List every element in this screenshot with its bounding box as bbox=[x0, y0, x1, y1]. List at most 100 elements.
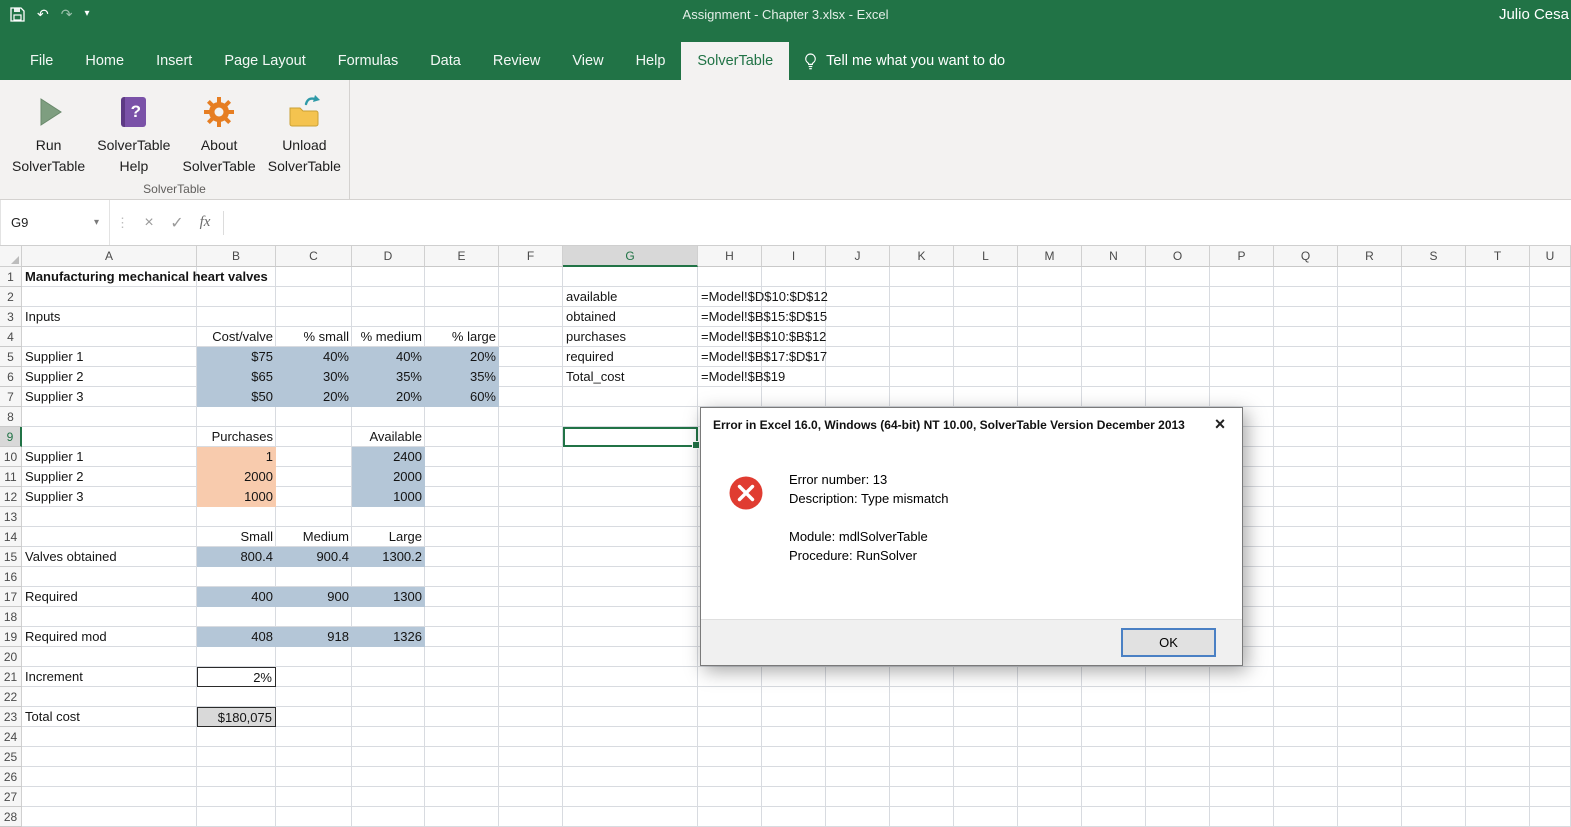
row-header-17[interactable]: 17 bbox=[0, 587, 22, 607]
row-header-15[interactable]: 15 bbox=[0, 547, 22, 567]
tab-solvertable[interactable]: SolverTable bbox=[681, 42, 789, 80]
cell-D10[interactable]: 2400 bbox=[352, 447, 425, 467]
cell-B15[interactable]: 800.4 bbox=[197, 547, 276, 567]
cell-D6[interactable]: 35% bbox=[352, 367, 425, 387]
cell-B6[interactable]: $65 bbox=[197, 367, 276, 387]
cell-D7[interactable]: 20% bbox=[352, 387, 425, 407]
run-solvertable-button[interactable]: RunSolverTable bbox=[6, 87, 91, 177]
cell-B5[interactable]: $75 bbox=[197, 347, 276, 367]
cell-C14[interactable]: Medium bbox=[276, 527, 352, 547]
cell-H4[interactable]: =Model!$B$10:$B$12 bbox=[698, 327, 829, 347]
redo-icon[interactable]: ↷ bbox=[61, 7, 73, 21]
row-header-4[interactable]: 4 bbox=[0, 327, 22, 347]
row-header-16[interactable]: 16 bbox=[0, 567, 22, 587]
row-header-19[interactable]: 19 bbox=[0, 627, 22, 647]
cell-H5[interactable]: =Model!$B$17:$D$17 bbox=[698, 347, 830, 367]
row-header-21[interactable]: 21 bbox=[0, 667, 22, 687]
cell-A15[interactable]: Valves obtained bbox=[22, 547, 120, 567]
cell-A23[interactable]: Total cost bbox=[22, 707, 83, 727]
cell-G3[interactable]: obtained bbox=[563, 307, 619, 327]
column-header-Q[interactable]: Q bbox=[1274, 246, 1338, 267]
solvertable-help-button[interactable]: ? SolverTableHelp bbox=[91, 87, 176, 177]
undo-icon[interactable]: ↶ bbox=[37, 7, 49, 21]
cell-A17[interactable]: Required bbox=[22, 587, 81, 607]
row-header-13[interactable]: 13 bbox=[0, 507, 22, 527]
cell-B14[interactable]: Small bbox=[197, 527, 276, 547]
tab-review[interactable]: Review bbox=[477, 42, 557, 80]
cell-A11[interactable]: Supplier 2 bbox=[22, 467, 87, 487]
tab-view[interactable]: View bbox=[556, 42, 619, 80]
cell-G5[interactable]: required bbox=[563, 347, 617, 367]
cell-E4[interactable]: % large bbox=[425, 327, 499, 347]
cell-A12[interactable]: Supplier 3 bbox=[22, 487, 87, 507]
cell-B7[interactable]: $50 bbox=[197, 387, 276, 407]
cell-C19[interactable]: 918 bbox=[276, 627, 352, 647]
row-header-5[interactable]: 5 bbox=[0, 347, 22, 367]
cell-A10[interactable]: Supplier 1 bbox=[22, 447, 87, 467]
row-header-12[interactable]: 12 bbox=[0, 487, 22, 507]
cell-D19[interactable]: 1326 bbox=[352, 627, 425, 647]
formula-input[interactable] bbox=[228, 200, 1571, 245]
column-header-R[interactable]: R bbox=[1338, 246, 1402, 267]
name-box[interactable]: G9 ▾ bbox=[0, 200, 110, 245]
column-header-T[interactable]: T bbox=[1466, 246, 1530, 267]
column-header-G[interactable]: G bbox=[563, 246, 698, 267]
column-header-U[interactable]: U bbox=[1530, 246, 1571, 267]
select-all-corner[interactable] bbox=[0, 246, 22, 267]
tab-formulas[interactable]: Formulas bbox=[322, 42, 414, 80]
tell-me-box[interactable]: Tell me what you want to do bbox=[803, 42, 1005, 80]
column-header-S[interactable]: S bbox=[1402, 246, 1466, 267]
cell-D11[interactable]: 2000 bbox=[352, 467, 425, 487]
enter-check-icon[interactable]: ✓ bbox=[163, 213, 191, 233]
cell-H2[interactable]: =Model!$D$10:$D$12 bbox=[698, 287, 831, 307]
cell-B11[interactable]: 2000 bbox=[197, 467, 276, 487]
column-header-J[interactable]: J bbox=[826, 246, 890, 267]
cell-G6[interactable]: Total_cost bbox=[563, 367, 628, 387]
row-header-26[interactable]: 26 bbox=[0, 767, 22, 787]
cell-H3[interactable]: =Model!$B$15:$D$15 bbox=[698, 307, 830, 327]
save-icon[interactable] bbox=[10, 7, 25, 22]
chevron-down-icon[interactable]: ▾ bbox=[94, 217, 99, 228]
tab-page-layout[interactable]: Page Layout bbox=[208, 42, 321, 80]
cell-A3[interactable]: Inputs bbox=[22, 307, 63, 327]
column-header-L[interactable]: L bbox=[954, 246, 1018, 267]
cell-B4[interactable]: Cost/valve bbox=[197, 327, 276, 347]
tab-data[interactable]: Data bbox=[414, 42, 477, 80]
column-header-K[interactable]: K bbox=[890, 246, 954, 267]
column-header-A[interactable]: A bbox=[22, 246, 197, 267]
cell-B19[interactable]: 408 bbox=[197, 627, 276, 647]
row-header-14[interactable]: 14 bbox=[0, 527, 22, 547]
cell-C6[interactable]: 30% bbox=[276, 367, 352, 387]
cell-E7[interactable]: 60% bbox=[425, 387, 499, 407]
cell-D17[interactable]: 1300 bbox=[352, 587, 425, 607]
cell-D15[interactable]: 1300.2 bbox=[352, 547, 425, 567]
column-header-O[interactable]: O bbox=[1146, 246, 1210, 267]
cell-E5[interactable]: 20% bbox=[425, 347, 499, 367]
row-header-20[interactable]: 20 bbox=[0, 647, 22, 667]
about-solvertable-button[interactable]: AboutSolverTable bbox=[177, 87, 262, 177]
column-header-H[interactable]: H bbox=[698, 246, 762, 267]
cell-D12[interactable]: 1000 bbox=[352, 487, 425, 507]
cell-C15[interactable]: 900.4 bbox=[276, 547, 352, 567]
row-header-10[interactable]: 10 bbox=[0, 447, 22, 467]
column-header-F[interactable]: F bbox=[499, 246, 563, 267]
cell-B10[interactable]: 1 bbox=[197, 447, 276, 467]
cancel-icon[interactable]: × bbox=[135, 214, 163, 232]
row-header-24[interactable]: 24 bbox=[0, 727, 22, 747]
row-header-1[interactable]: 1 bbox=[0, 267, 22, 287]
row-header-7[interactable]: 7 bbox=[0, 387, 22, 407]
cell-H6[interactable]: =Model!$B$19 bbox=[698, 367, 788, 387]
column-header-I[interactable]: I bbox=[762, 246, 826, 267]
column-header-D[interactable]: D bbox=[352, 246, 425, 267]
column-header-P[interactable]: P bbox=[1210, 246, 1274, 267]
tab-help[interactable]: Help bbox=[620, 42, 682, 80]
cell-D14[interactable]: Large bbox=[352, 527, 425, 547]
tab-file[interactable]: File bbox=[14, 42, 69, 80]
unload-solvertable-button[interactable]: UnloadSolverTable bbox=[262, 87, 347, 177]
ok-button[interactable]: OK bbox=[1121, 628, 1216, 657]
cell-B21[interactable]: 2% bbox=[197, 667, 276, 687]
row-header-27[interactable]: 27 bbox=[0, 787, 22, 807]
column-header-N[interactable]: N bbox=[1082, 246, 1146, 267]
row-header-18[interactable]: 18 bbox=[0, 607, 22, 627]
row-header-6[interactable]: 6 bbox=[0, 367, 22, 387]
